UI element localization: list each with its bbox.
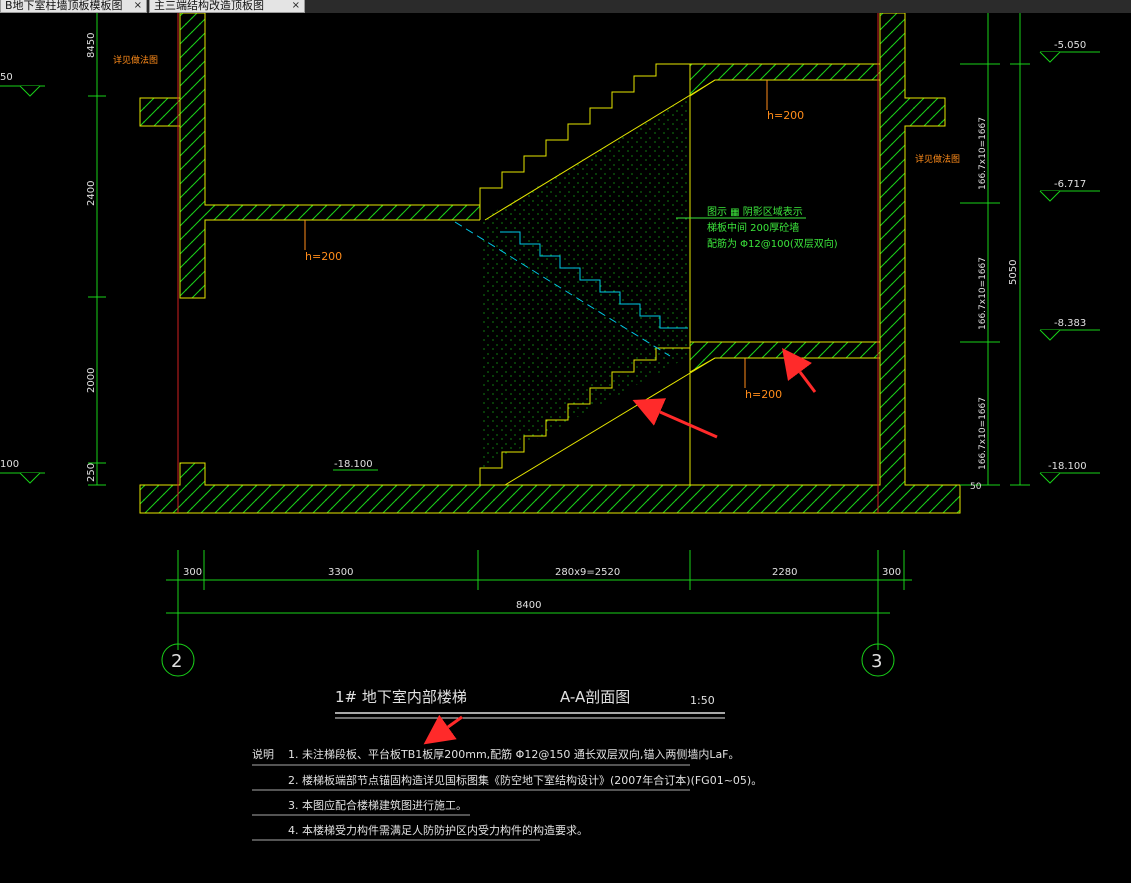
red-arrow-stair — [632, 398, 718, 439]
tab-basement-column-wall[interactable]: B地下室柱墙顶板模板图 × — [0, 0, 147, 13]
title-scale: 1:50 — [690, 694, 715, 707]
right-dim-2: 166.7x10=1667 — [978, 257, 988, 330]
detail-note-left: 详见做法图 — [113, 54, 158, 66]
elev-5050: -5.050 — [1054, 40, 1086, 51]
fill-note-line1: 图示 ▦ 阴影区域表示 — [707, 205, 803, 218]
elev-18100: -18.100 — [1048, 461, 1087, 472]
bottom-dimension-chain — [161, 550, 912, 677]
fill-note-line2: 梯板中间 200厚砼墙 — [707, 221, 799, 234]
left-elev-bottom: 100 — [0, 459, 19, 470]
left-dim-250: 250 — [86, 463, 97, 482]
bottom-dim-300b: 300 — [882, 567, 901, 578]
bottom-dim-3300: 3300 — [328, 567, 353, 578]
elev-8383: -8.383 — [1054, 318, 1086, 329]
note-4: 4. 本楼梯受力构件需满足人防防护区内受力构件的构造要求。 — [288, 823, 588, 837]
tab-structure-roof-plan[interactable]: 主三端结构改造顶板图 × — [149, 0, 305, 13]
tab-label: 主三端结构改造顶板图 — [154, 0, 264, 12]
bottom-dim-300a: 300 — [183, 567, 202, 578]
total-dim: 8400 — [516, 600, 541, 611]
axis-bubble-2: 2 — [171, 651, 182, 672]
left-dim-2400: 2400 — [86, 181, 97, 206]
slab-label-mid: h=200 — [305, 250, 342, 263]
fill-note-line3: 配筋为 Φ12@100(双层双向) — [707, 237, 838, 250]
red-arrow-landing — [782, 348, 817, 393]
note-2: 2. 楼梯板端部节点锚固构造详见国标图集《防空地下室结构设计》(2007年合订本… — [288, 773, 762, 787]
elev-6717: -6.717 — [1054, 179, 1086, 190]
right-dim-3: 166.7x10=1667 — [978, 397, 988, 470]
slab-label-lower: h=200 — [745, 388, 782, 401]
left-dim-8450: 8450 — [86, 33, 97, 58]
title-section: A-A剖面图 — [560, 688, 630, 706]
right-dim-1: 166.7x10=1667 — [978, 117, 988, 190]
right-dim-5050: 5050 — [1008, 260, 1019, 285]
notes-heading: 说明 — [252, 747, 274, 761]
detail-note-right: 详见做法图 — [915, 153, 960, 165]
note-3: 3. 本图应配合楼梯建筑图进行施工。 — [288, 798, 467, 812]
note-1: 1. 未注梯段板、平台板TB1板厚200mm,配筋 Φ12@150 通长双层双向… — [288, 747, 740, 761]
close-icon[interactable]: × — [292, 0, 300, 12]
cad-drawing-canvas[interactable]: 50 100 8450 2400 2000 250 -5.050 -6.717 … — [0, 13, 1131, 883]
left-dimension-chain — [0, 13, 106, 486]
title-left: 1# 地下室内部楼梯 — [335, 688, 467, 706]
close-icon[interactable]: × — [134, 0, 142, 12]
document-tab-bar: B地下室柱墙顶板模板图 × 主三端结构改造顶板图 × — [0, 0, 1131, 13]
bottom-dim-2520: 280x9=2520 — [555, 567, 620, 578]
left-dim-2000: 2000 — [86, 368, 97, 393]
axis-bubble-3: 3 — [871, 651, 882, 672]
floor-level-label: -18.100 — [334, 459, 373, 470]
slab-label-upper: h=200 — [767, 109, 804, 122]
tab-label: B地下室柱墙顶板模板图 — [5, 0, 123, 12]
left-elev-top: 50 — [0, 72, 13, 83]
right-dim-50: 50 — [970, 482, 982, 492]
notes-block: 说明 1. 未注梯段板、平台板TB1板厚200mm,配筋 Φ12@150 通长双… — [252, 747, 762, 841]
drawing-title: 1# 地下室内部楼梯 A-A剖面图 1:50 — [335, 688, 725, 719]
concrete-section — [139, 13, 961, 514]
bottom-dim-2280: 2280 — [772, 567, 797, 578]
